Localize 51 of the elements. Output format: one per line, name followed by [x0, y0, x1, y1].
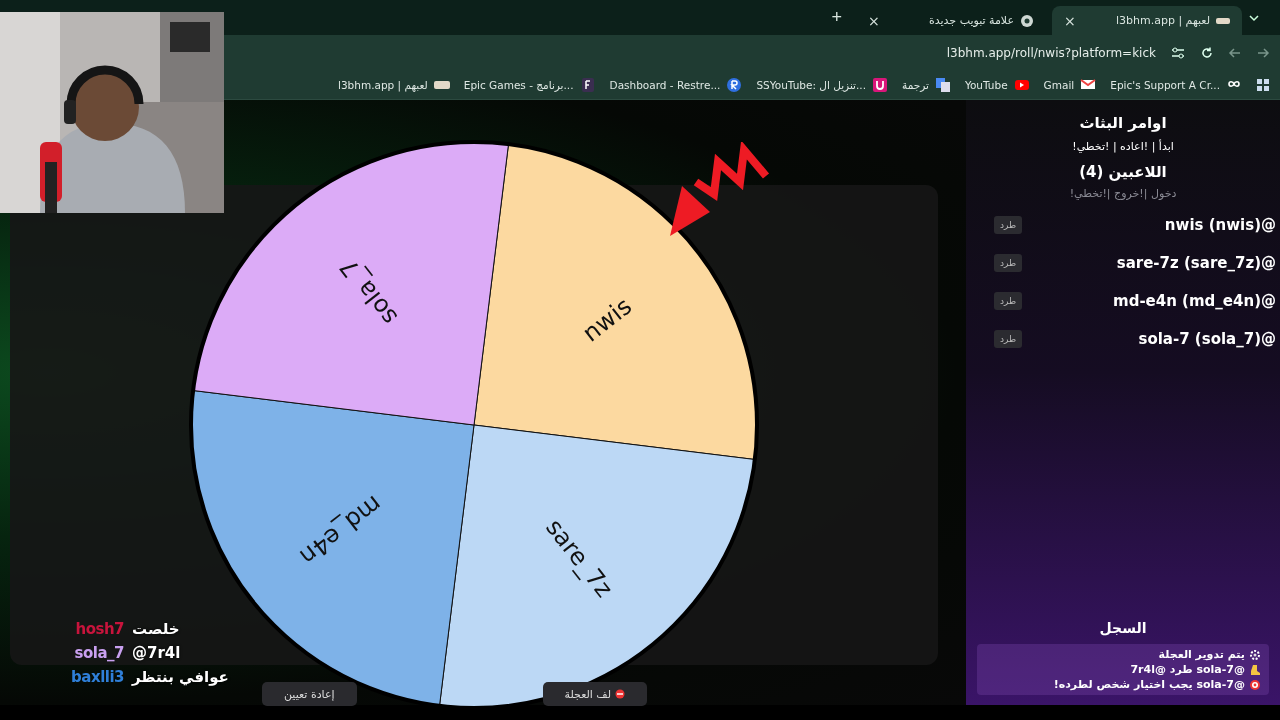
log-entry: @sola-7 طرد @7r4l	[1130, 663, 1245, 676]
log-entry: يتم تدوير العجلة	[1158, 648, 1245, 661]
kick-button[interactable]: طرد	[994, 216, 1023, 234]
command-hint: !دخول |!خروج |!تخطي	[1069, 187, 1177, 200]
sparkle-icon	[1249, 648, 1261, 661]
chat-username: baxlli3	[70, 668, 124, 686]
bookmark[interactable]: لعبهم | l3bhm.app	[338, 76, 450, 93]
translate-icon	[934, 76, 951, 93]
chat-username: sola_7	[73, 644, 124, 662]
close-tab-button[interactable]: ×	[1064, 12, 1076, 29]
player-name: sola-7 (sola_7)@	[1138, 330, 1276, 348]
log-entry: @sola-7 يجب اختيار شخص لطرده!	[1053, 678, 1245, 691]
wheel-button[interactable]: لف العجلة	[542, 682, 648, 706]
bookmark[interactable]: YouTube	[964, 76, 1030, 93]
target-icon	[1249, 678, 1261, 691]
stop-icon	[615, 689, 626, 699]
chat-username: hosh7	[74, 620, 124, 638]
bookmark[interactable]: SSYouTube: تنزيل ال...	[756, 76, 888, 93]
kick-button[interactable]: طرد	[994, 292, 1023, 310]
section-title: السجل	[1099, 620, 1147, 636]
address-bar[interactable]: l3bhm.app/roll/nwis?platform=kick	[946, 45, 1156, 60]
kick-button[interactable]: طرد	[994, 330, 1023, 348]
reload-icon[interactable]	[1200, 45, 1214, 60]
wheel-button[interactable]: إعادة تعيين	[262, 682, 357, 706]
section-title: اوامر البثاث	[1079, 114, 1167, 132]
bookmark[interactable]: Epic's Support A Cr...	[1110, 76, 1242, 93]
player-name: md-e4n (md_e4n)@	[1113, 292, 1276, 310]
command-list: !ابدأ | !اعاده | !تخطي	[1072, 140, 1174, 153]
browser-tab[interactable]: علامة تبويب جديدة ×	[856, 6, 1046, 35]
apps-icon[interactable]	[1256, 77, 1270, 92]
bookmark[interactable]: ترجمة	[902, 76, 951, 93]
bookmark[interactable]: Epic Games - برنامج...	[463, 76, 596, 93]
shield-logo-icon	[579, 76, 596, 93]
bookmark[interactable]: Gmail	[1043, 76, 1097, 93]
section-title: اللاعبين (4)	[1079, 163, 1167, 181]
site-settings-icon[interactable]	[1170, 45, 1186, 60]
browser-tab[interactable]: لعبهم | l3bhm.app ×	[1052, 6, 1242, 35]
player-name: nwis (nwis)@	[1164, 216, 1276, 234]
chat-message: خلصت	[132, 620, 180, 638]
close-tab-button[interactable]: ×	[868, 12, 880, 29]
bookmark[interactable]: Dashboard - Restre...	[609, 76, 743, 93]
browser-logo-icon	[1020, 13, 1034, 28]
magnet-icon	[872, 76, 888, 93]
foot-icon	[1249, 663, 1261, 676]
player-name: sare-7z (sare_7z)@	[1116, 254, 1276, 272]
site-logo-icon	[1216, 15, 1230, 26]
new-tab-button[interactable]: +	[823, 7, 850, 28]
circle-logo-icon	[726, 76, 743, 93]
kick-button[interactable]: طرد	[994, 254, 1023, 272]
chat-message: @7r4l	[132, 644, 181, 662]
lightning-icon	[668, 142, 772, 238]
